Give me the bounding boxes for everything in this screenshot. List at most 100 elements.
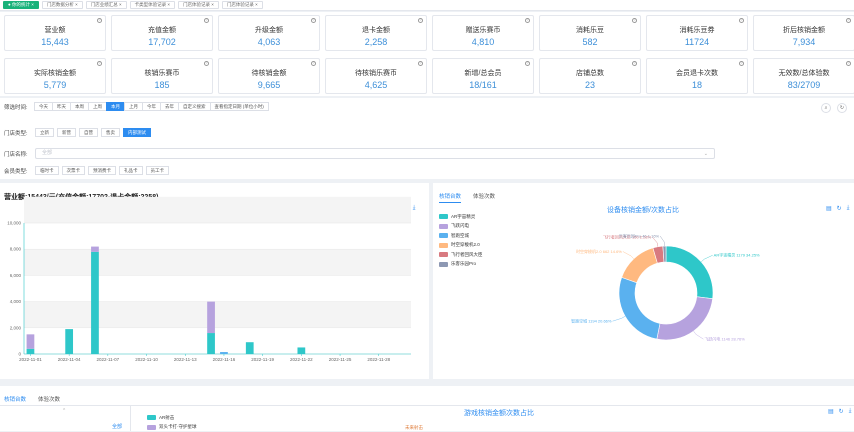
stat-label: 退卡金额 [326,25,426,35]
stat-value: 582 [540,37,640,47]
help-icon[interactable]: ? [739,61,744,66]
refresh-button[interactable]: ↻ [837,103,847,113]
slice-leader-line [660,236,664,246]
refresh-icon: ↻ [840,105,844,111]
member-type-option[interactable]: 员工卡 [146,166,170,175]
member-type-option[interactable]: 临时卡 [35,166,59,175]
bar-segment [27,334,35,348]
grid-band [24,302,411,328]
stat-value: 4,810 [433,37,533,47]
store-type-option[interactable]: 立新 [35,128,54,137]
y-tick-label: 4,000 [10,299,22,304]
y-tick-label: 8,000 [10,247,22,252]
member-type-option[interactable]: 礼品卡 [119,166,143,175]
data-view-icon[interactable]: ▤ [828,408,834,415]
tab-0[interactable]: ● 你的统计 × [3,1,39,9]
time-option[interactable]: 今年 [142,102,161,111]
time-option[interactable]: 上周 [88,102,107,111]
time-option[interactable]: 昨天 [52,102,71,111]
help-icon[interactable]: ? [418,18,423,23]
help-icon[interactable]: ? [632,61,637,66]
tab-1[interactable]: 门店数据分析 × [42,1,83,9]
grid-band [24,249,411,275]
help-icon[interactable]: ? [632,18,637,23]
stat-card: 赠送乐赛币4,810? [432,15,534,51]
slice-leader-line [694,331,704,339]
slice-leader-line [612,316,625,321]
bar-segment [207,302,215,333]
stat-value: 2,258 [326,37,426,47]
stat-value: 4,063 [219,37,319,47]
time-option[interactable]: 去年 [160,102,179,111]
member-type-label: 会员类型: [4,167,32,175]
game-legend-label: AR射击 [159,415,174,421]
store-type-option[interactable]: 自营 [79,128,98,137]
help-icon[interactable]: ? [311,18,316,23]
member-type-option[interactable]: 次票卡 [62,166,86,175]
help-icon[interactable]: ? [846,18,851,23]
stat-value: 4,625 [326,80,426,90]
filter-panel: 筛选时间: 今天昨天本周上周本月上月今年去年自定义搜索查看指定日期 (单位小时)… [0,97,854,179]
slice-label: 智跑空城 1194 20.66% [571,318,612,324]
x-tick-label: 2022-11-04 [58,357,81,362]
help-icon[interactable]: ? [418,61,423,66]
game-side-label[interactable]: 全部 [112,423,122,430]
time-option[interactable]: 自定义搜索 [178,102,211,111]
help-icon[interactable]: ? [204,61,209,66]
game-legend: AR射击 双头卡打·守护星球 [147,413,197,432]
pie-slice[interactable] [657,297,713,340]
stat-card: 营业额15,443? [4,15,106,51]
tab-4[interactable]: 门店体验记录 × [178,1,219,9]
download-icon[interactable]: ⤓ [849,408,852,415]
time-option[interactable]: 查看指定日期 (单位小时) [210,102,269,111]
pie-slice[interactable] [666,246,713,299]
game-toolbox: ▤ ↻ ⤓ [828,408,851,415]
store-type-option[interactable]: 新营 [57,128,76,137]
tab-3[interactable]: 卡类型体验记录 × [130,1,175,9]
store-type-label: 门店类型: [4,129,32,137]
legend-swatch [147,415,156,420]
stat-label: 新增/总会员 [433,68,533,78]
stat-value: 18/161 [433,80,533,90]
stat-card: 折后核销金额7,934? [753,15,854,51]
help-icon[interactable]: ? [739,18,744,23]
bar-segment [91,247,99,252]
stat-card: 充值金额17,702? [111,15,213,51]
pie-slice[interactable] [619,277,660,339]
stat-label: 核销乐赛币 [112,68,212,78]
store-type-option[interactable]: 售卖 [101,128,120,137]
slice-label: 乐客乐园Pro 46 1.16% [619,233,660,239]
help-icon[interactable]: ? [311,61,316,66]
help-icon[interactable]: ? [97,18,102,23]
help-icon[interactable]: ? [97,61,102,66]
game-collapse-icon[interactable]: ⌃ [62,408,66,414]
game-legend-label: 双头卡打·守护星球 [159,424,197,430]
slice-label: AR宇宙精灵 1179 34.25% [714,252,760,258]
stat-label: 升级金额 [219,25,319,35]
stat-label: 待核销金额 [219,68,319,78]
member-type-option[interactable]: 预消费卡 [88,166,116,175]
stat-card: 消耗乐豆582? [539,15,641,51]
pie-slice[interactable] [622,248,658,283]
store-type-option[interactable]: 内部测试 [123,128,151,137]
time-option[interactable]: 今天 [34,102,53,111]
x-tick-label: 2022-11-07 [97,357,120,362]
help-icon[interactable]: ? [525,18,530,23]
help-icon[interactable]: ? [204,18,209,23]
help-icon[interactable]: ? [846,61,851,66]
tab-5[interactable]: 门店体验记录 × [222,1,263,9]
tab-2[interactable]: 门店业绩汇总 × [86,1,127,9]
x-tick-label: 2022-11-16 [213,357,236,362]
time-option[interactable]: 本月 [106,102,125,111]
store-name-row: 门店名称: 全部⌄ [4,148,715,159]
search-button[interactable]: ⌕ [821,103,831,113]
x-tick-label: 2022-11-10 [135,357,158,362]
help-icon[interactable]: ? [525,61,530,66]
store-name-select[interactable]: 全部⌄ [35,148,715,159]
time-option[interactable]: 本周 [70,102,89,111]
stat-value: 9,665 [219,80,319,90]
restore-icon[interactable]: ↻ [839,408,844,415]
y-tick-label: 10,000 [7,221,21,226]
time-option[interactable]: 上月 [124,102,143,111]
legend-swatch [147,425,156,430]
